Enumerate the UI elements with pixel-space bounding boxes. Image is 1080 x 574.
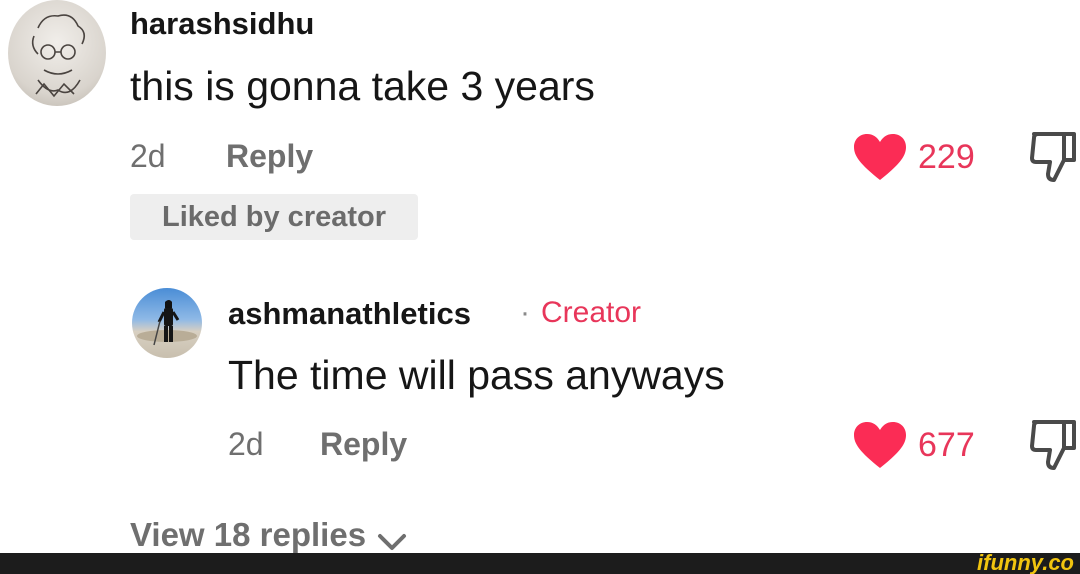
- separator-dot: ·: [520, 296, 530, 329]
- reply-time: 2d: [228, 426, 264, 462]
- person-photo-icon: [137, 300, 197, 346]
- reply-reply-button[interactable]: Reply: [320, 426, 407, 463]
- reply-like-count: 677: [918, 426, 975, 464]
- comment-like-count: 229: [918, 138, 975, 176]
- view-replies-label: View 18 replies: [130, 516, 367, 553]
- reply-text: The time will pass anyways: [228, 352, 725, 398]
- liked-by-creator-badge: Liked by creator: [130, 194, 418, 240]
- thumbs-down-icon: [1030, 132, 1076, 182]
- chevron-down-icon: [377, 533, 406, 550]
- creator-tag: Creator: [541, 296, 642, 329]
- sketch-avatar-icon: [31, 14, 86, 98]
- reply-dislike-button[interactable]: [1028, 418, 1080, 472]
- thumbs-down-icon: [1030, 420, 1076, 470]
- comment-time: 2d: [130, 138, 166, 174]
- reply-username[interactable]: ashmanathletics: [228, 296, 471, 332]
- comment-like-button[interactable]: [852, 132, 908, 182]
- ifunny-watermark: ifunny.co: [977, 550, 1074, 574]
- heart-icon: [854, 422, 906, 468]
- comment-username[interactable]: harashsidhu: [130, 6, 314, 42]
- view-replies-button[interactable]: View 18 replies: [130, 516, 407, 556]
- comment-dislike-button[interactable]: [1028, 130, 1080, 184]
- avatar[interactable]: [132, 288, 202, 358]
- avatar[interactable]: [8, 0, 106, 106]
- heart-icon: [854, 134, 906, 180]
- comment-reply-button[interactable]: Reply: [226, 138, 313, 175]
- watermark-bar: [0, 553, 1080, 574]
- reply-like-button[interactable]: [852, 420, 908, 470]
- comment-text: this is gonna take 3 years: [130, 63, 595, 109]
